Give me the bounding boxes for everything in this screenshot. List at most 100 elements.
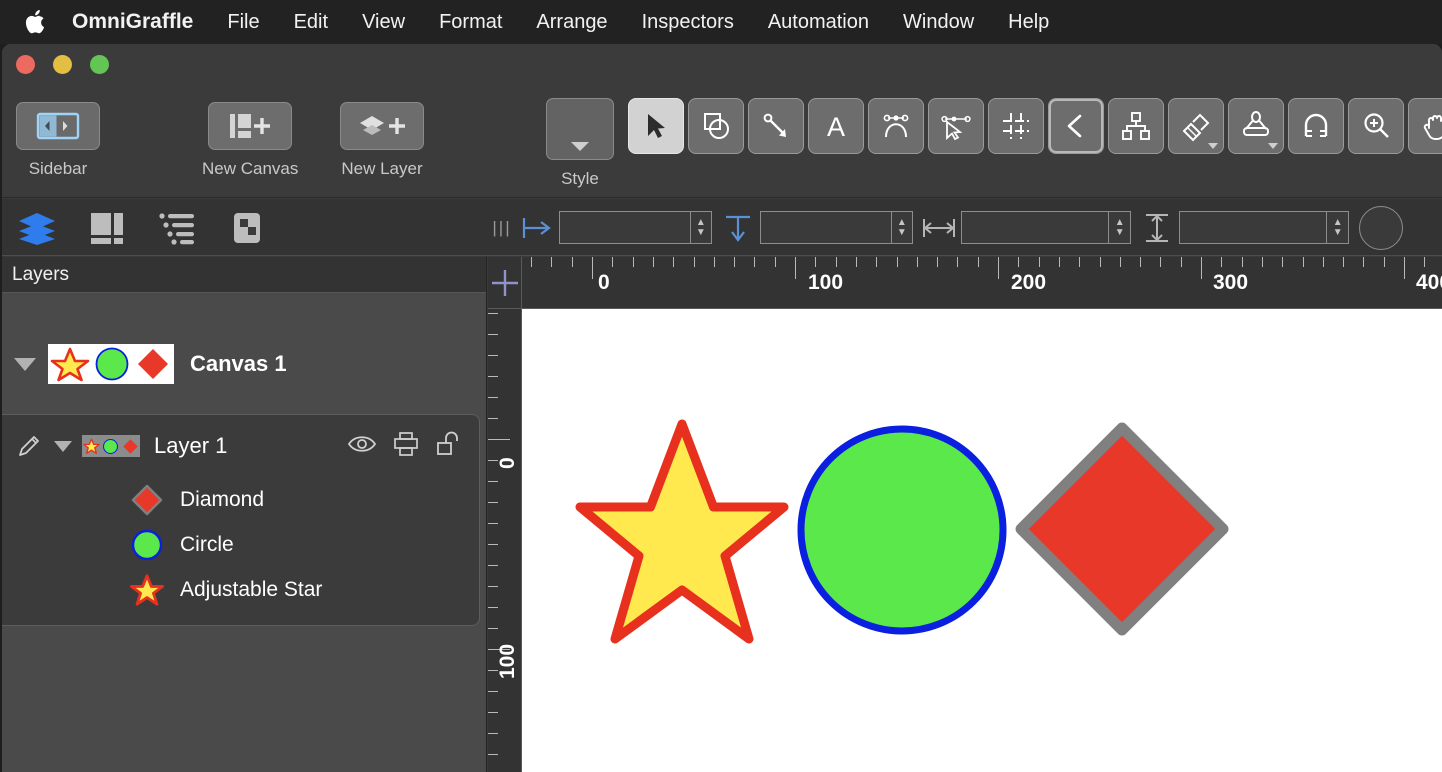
ruler-label: 400 (1416, 271, 1442, 294)
zoom-tool-button[interactable] (1348, 98, 1404, 154)
ruler-tick (1322, 257, 1324, 267)
height-stepper[interactable]: ▲ ▼ (1326, 212, 1348, 243)
drag-grip-icon[interactable]: ||| (489, 218, 515, 238)
close-traffic-light[interactable] (16, 55, 35, 74)
scissors-tool-button[interactable] (1228, 98, 1284, 154)
ruler-origin-crosshair[interactable] (488, 257, 522, 309)
ruler-tick (896, 257, 898, 267)
canvas-shape-circle[interactable] (797, 425, 1007, 635)
height-field[interactable]: ▲ ▼ (1179, 211, 1349, 244)
sidebar-header-title: Layers (2, 257, 486, 293)
shape-tool-button[interactable] (688, 98, 744, 154)
printer-icon[interactable] (393, 431, 419, 462)
canvas-split-icon (91, 212, 123, 244)
style-button[interactable] (546, 98, 614, 160)
ruler-tick (488, 439, 510, 440)
sidebar-item-outline[interactable] (142, 199, 212, 256)
ruler-label: 0 (496, 457, 519, 469)
width-field[interactable]: ▲ ▼ (961, 211, 1131, 244)
layer-row[interactable]: Layer 1 (2, 415, 479, 477)
menu-item-inspectors[interactable]: Inspectors (625, 0, 751, 44)
new-canvas-button[interactable] (208, 102, 293, 150)
sidebar-item-stencils[interactable] (212, 199, 282, 256)
menu-item-format[interactable]: Format (422, 0, 519, 44)
ruler-tick (488, 628, 498, 629)
ruler-tick (571, 257, 573, 267)
menu-item-file[interactable]: File (210, 0, 276, 44)
line-tool-button[interactable] (748, 98, 804, 154)
menu-item-view[interactable]: View (345, 0, 422, 44)
ruler-tick (1282, 257, 1284, 267)
x-position-field[interactable]: ▲ ▼ (559, 211, 712, 244)
letter-a-icon: A (827, 112, 845, 142)
x-position-stepper[interactable]: ▲ ▼ (689, 212, 711, 243)
ruler-tick (1343, 257, 1345, 267)
ruler-tick (488, 691, 498, 692)
text-tool-button[interactable]: A (808, 98, 864, 154)
minimize-traffic-light[interactable] (53, 55, 72, 74)
width-stepper[interactable]: ▲ ▼ (1108, 212, 1130, 243)
ruler-tick (977, 257, 979, 267)
menu-item-arrange[interactable]: Arrange (519, 0, 624, 44)
y-position-input[interactable] (761, 212, 891, 243)
canvas-disclosure-triangle-icon[interactable] (14, 357, 36, 371)
shapes-square-circle-icon (704, 113, 729, 139)
new-layer-button[interactable] (340, 102, 424, 150)
pencil-edit-icon[interactable] (16, 433, 44, 459)
menu-item-automation[interactable]: Automation (751, 0, 886, 44)
magnet-icon (1304, 113, 1328, 137)
chevron-left-icon (1067, 114, 1082, 138)
artboard-tool-button[interactable] (988, 98, 1044, 154)
scissors-menu-chevron-icon[interactable] (1268, 143, 1278, 149)
menu-item-edit[interactable]: Edit (277, 0, 345, 44)
ruler-tick (1140, 257, 1142, 267)
eye-visibility-icon[interactable] (347, 433, 377, 460)
layer-disclosure-triangle-icon[interactable] (54, 440, 72, 452)
hand-tool-button[interactable] (1408, 98, 1442, 154)
canvas-shape-diamond[interactable] (1015, 422, 1229, 636)
pen-tool-button[interactable] (868, 98, 924, 154)
y-position-stepper[interactable]: ▲ ▼ (890, 212, 912, 243)
ruler-tick (1383, 257, 1385, 267)
vertical-ruler[interactable]: 0 100 (488, 309, 522, 772)
point-editor-icon (941, 115, 971, 141)
org-chart-icon (1122, 112, 1150, 140)
style-brush-tool-button[interactable] (1168, 98, 1224, 154)
point-editor-tool-button[interactable] (928, 98, 984, 154)
menu-item-window[interactable]: Window (886, 0, 991, 44)
unlocked-padlock-icon[interactable] (435, 430, 463, 463)
ruler-tick (488, 376, 498, 377)
y-position-field[interactable]: ▲ ▼ (760, 211, 913, 244)
canvas-shape-star[interactable] (575, 419, 789, 644)
ruler-tick (652, 257, 654, 267)
sidebar-toggle-button[interactable] (16, 102, 100, 150)
menu-item-omnigraffle[interactable]: OmniGraffle (72, 0, 210, 44)
layer-name-label: Layer 1 (154, 433, 228, 458)
sidebar-toolbar-group: Sidebar (16, 102, 100, 179)
menu-item-help[interactable]: Help (991, 0, 1066, 44)
menu-bar: OmniGraffle File Edit View Format Arrang… (0, 0, 1442, 44)
width-input[interactable] (962, 212, 1109, 243)
x-position-input[interactable] (560, 212, 690, 243)
magnet-tool-button[interactable] (1288, 98, 1344, 154)
sidebar-item-layers[interactable] (2, 199, 72, 256)
horizontal-ruler[interactable]: 0 100 200 300 400 (522, 257, 1442, 309)
ruler-tick (488, 418, 498, 419)
list-item[interactable]: Diamond (2, 477, 479, 522)
ruler-tick (1038, 257, 1040, 267)
list-item[interactable]: Circle (2, 522, 479, 567)
zoom-traffic-light[interactable] (90, 55, 109, 74)
diagram-tool-button[interactable] (1108, 98, 1164, 154)
drawing-canvas[interactable] (522, 309, 1442, 772)
ruler-tick (937, 257, 939, 267)
ruler-tick (916, 257, 918, 267)
height-input[interactable] (1180, 212, 1327, 243)
browse-tool-button[interactable] (1048, 98, 1104, 154)
apple-logo-icon[interactable] (24, 9, 46, 35)
layer-actions (347, 430, 479, 463)
selection-tool-button[interactable] (628, 98, 684, 154)
rotation-dial[interactable] (1359, 205, 1403, 250)
sidebar-item-canvases[interactable] (72, 199, 142, 256)
list-item[interactable]: Adjustable Star (2, 567, 479, 612)
style-brush-menu-chevron-icon[interactable] (1208, 143, 1218, 149)
